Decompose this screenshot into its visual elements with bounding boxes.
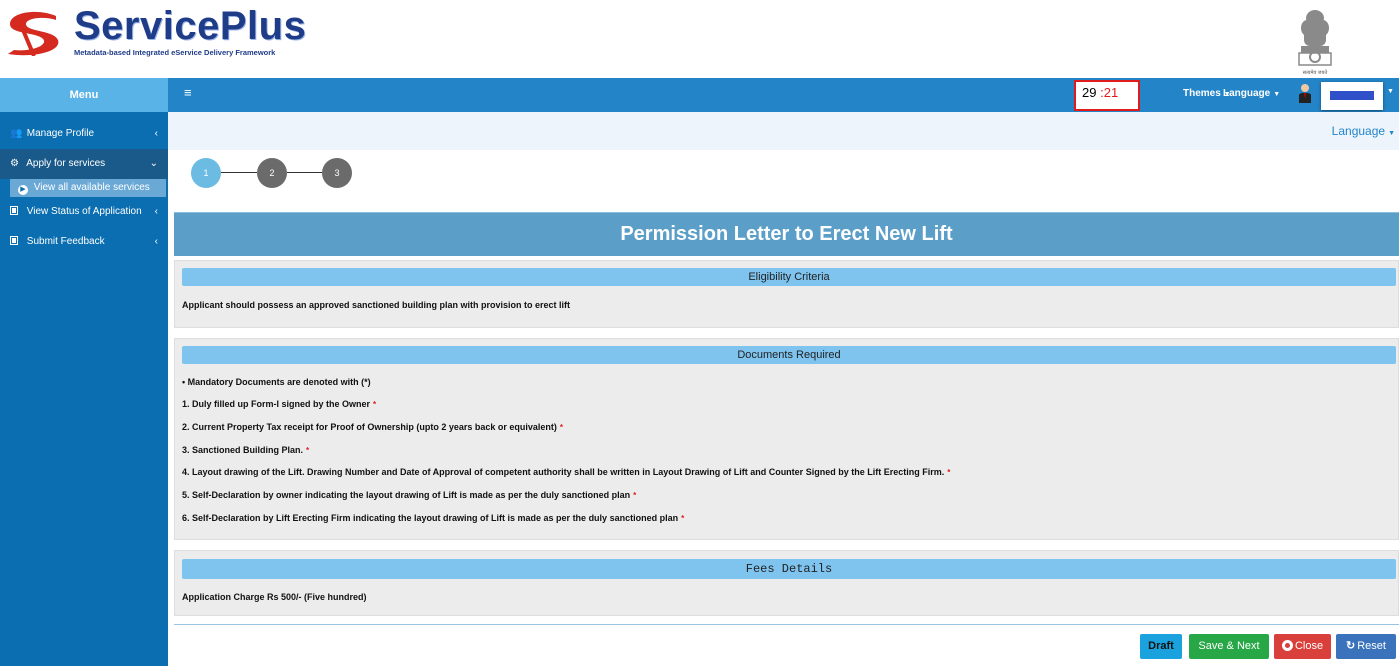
fees-panel: Fees Details Application Charge Rs 500/-… (174, 550, 1399, 616)
documents-heading: Documents Required (182, 346, 1396, 364)
required-marker: * (306, 446, 310, 455)
step-2: 2 (257, 158, 287, 188)
brand-subtitle: Metadata-based Integrated eService Deliv… (74, 48, 276, 57)
draft-button[interactable]: Draft (1140, 634, 1182, 659)
sidebar-item-apply-for-services[interactable]: ⚙ Apply for services ⌄ (0, 149, 168, 179)
brand-title: ServicePlus (74, 4, 307, 48)
required-marker: * (559, 423, 564, 432)
sidebar-item-view-status[interactable]: View Status of Application ‹ (0, 197, 168, 227)
language-link-label: Language (1331, 124, 1386, 138)
sidebar-item-manage-profile[interactable]: 👥 Manage Profile ‹ (0, 119, 168, 149)
step-1: 1 (191, 158, 221, 188)
themes-label: Themes (1183, 88, 1221, 99)
close-label: Close (1294, 640, 1324, 652)
refresh-icon: ↻ (1346, 640, 1356, 652)
user-menu[interactable] (1321, 82, 1383, 110)
caret-down-icon: ▼ (1388, 130, 1395, 137)
document-item: 1. Duly filled up Form-I signed by the O… (182, 399, 377, 409)
sidebar-item-label: View Status of Application (26, 206, 142, 217)
sidebar-item-label: Submit Feedback (26, 236, 105, 247)
required-marker: * (947, 468, 951, 477)
required-marker: * (373, 400, 377, 409)
close-circle-icon (1281, 640, 1293, 651)
document-item: 3. Sanctioned Building Plan. * (182, 445, 310, 455)
step-connector (221, 172, 257, 173)
eligibility-text: Applicant should possess an approved san… (182, 300, 571, 310)
page-title: Permission Letter to Erect New Lift (174, 212, 1399, 256)
session-timer: 29 :21 (1074, 80, 1140, 111)
document-item: 5. Self-Declaration by owner indicating … (182, 490, 637, 500)
language-dropdown[interactable]: Language ▼ (1223, 88, 1280, 99)
national-emblem-icon: सत्यमेव जयते (1298, 10, 1332, 76)
chevron-left-icon: ‹ (154, 236, 158, 247)
sidebar-item-submit-feedback[interactable]: Submit Feedback ‹ (0, 227, 168, 257)
documents-note: • Mandatory Documents are denoted with (… (182, 377, 371, 387)
hamburger-icon[interactable]: ≡ (184, 85, 192, 100)
caret-down-icon[interactable]: ▼ (1387, 88, 1394, 95)
documents-panel: Documents Required • Mandatory Documents… (174, 338, 1399, 540)
eligibility-panel: Eligibility Criteria Applicant should po… (174, 260, 1399, 328)
chevron-down-icon: ⌄ (149, 158, 158, 169)
serviceplus-logo-icon (8, 11, 59, 56)
gears-icon: ⚙ (10, 158, 19, 169)
square-icon (10, 206, 18, 215)
timer-seconds: 21 (1103, 85, 1119, 100)
top-navbar: ≡ 29 :21 Themes ▼ Language ▼ ▼ (168, 78, 1399, 112)
step-connector (287, 172, 322, 173)
chevron-left-icon: ‹ (154, 206, 158, 217)
document-item: 2. Current Property Tax receipt for Proo… (182, 422, 564, 432)
brand-header: ServicePlus Metadata-based Integrated eS… (0, 0, 1399, 78)
users-icon: 👥 (10, 128, 23, 139)
language-bar: Language ▼ (168, 112, 1399, 150)
language-label: Language (1223, 88, 1271, 99)
square-icon (10, 236, 18, 245)
sidebar: 👥 Manage Profile ‹ ⚙ Apply for services … (0, 112, 168, 666)
chevron-left-icon: ‹ (154, 128, 158, 139)
form-actions: Draft Save & Next Close ↻ Reset (174, 624, 1399, 666)
document-item: 6. Self-Declaration by Lift Erecting Fir… (182, 513, 685, 523)
save-next-button[interactable]: Save & Next (1189, 634, 1269, 659)
arrow-circle-icon: ▶ (18, 185, 28, 195)
sidebar-item-label: View all available services (33, 182, 150, 193)
caret-down-icon: ▼ (1273, 91, 1281, 98)
required-marker: * (681, 514, 685, 523)
required-marker: * (633, 491, 637, 500)
sidebar-subitem-view-all-services[interactable]: ▶ View all available services (10, 179, 166, 197)
timer-minutes: 29 (1082, 85, 1097, 100)
document-item: 4. Layout drawing of the Lift. Drawing N… (182, 467, 951, 477)
user-name-redacted (1330, 91, 1374, 100)
fees-text: Application Charge Rs 500/- (Five hundre… (182, 592, 367, 602)
content-language-dropdown[interactable]: Language ▼ (1332, 124, 1395, 138)
sidebar-item-label: Apply for services (26, 158, 106, 169)
eligibility-heading: Eligibility Criteria (182, 268, 1396, 286)
step-3: 3 (322, 158, 352, 188)
reset-label: Reset (1357, 640, 1386, 652)
emblem-caption: सत्यमेव जयते (1303, 69, 1328, 76)
user-icon[interactable] (1298, 83, 1312, 103)
close-button[interactable]: Close (1274, 634, 1331, 659)
step-progress: 1 2 3 (168, 150, 1399, 212)
menu-heading: Menu (0, 78, 168, 112)
fees-heading: Fees Details (182, 559, 1396, 579)
reset-button[interactable]: ↻ Reset (1336, 634, 1396, 659)
sidebar-item-label: Manage Profile (26, 128, 95, 139)
